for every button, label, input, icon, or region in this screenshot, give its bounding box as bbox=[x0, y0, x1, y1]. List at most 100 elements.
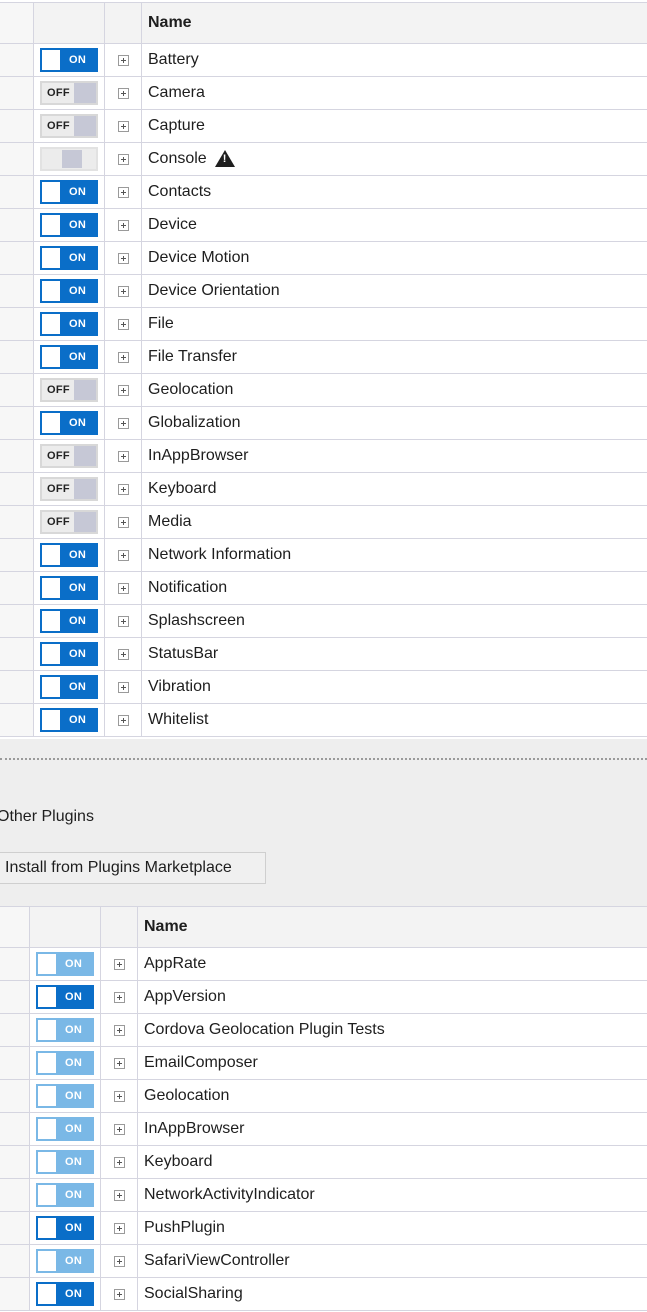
expand-plus-icon[interactable] bbox=[113, 1123, 125, 1135]
row-selector[interactable] bbox=[0, 473, 34, 505]
row-selector[interactable] bbox=[0, 1080, 30, 1112]
row-selector[interactable] bbox=[0, 440, 34, 472]
expand-plus-icon[interactable] bbox=[117, 450, 129, 462]
table-row[interactable]: ON SafariViewController bbox=[0, 1245, 647, 1278]
table-row[interactable]: ON Globalization bbox=[0, 407, 647, 440]
expand-plus-icon[interactable] bbox=[117, 54, 129, 66]
plugin-toggle[interactable]: ON bbox=[40, 411, 98, 435]
table-row[interactable]: ON Notification bbox=[0, 572, 647, 605]
table-row[interactable]: ON SocialSharing bbox=[0, 1278, 647, 1311]
table-row[interactable]: Console bbox=[0, 143, 647, 176]
expand-plus-icon[interactable] bbox=[117, 648, 129, 660]
row-selector[interactable] bbox=[0, 374, 34, 406]
expand-plus-icon[interactable] bbox=[113, 991, 125, 1003]
plugin-toggle[interactable]: OFF bbox=[40, 477, 98, 501]
expand-plus-icon[interactable] bbox=[117, 120, 129, 132]
plugin-toggle[interactable]: OFF bbox=[40, 444, 98, 468]
row-selector[interactable] bbox=[0, 572, 34, 604]
expand-plus-icon[interactable] bbox=[117, 714, 129, 726]
table-row[interactable]: ON Battery bbox=[0, 44, 647, 77]
plugin-toggle[interactable]: ON bbox=[36, 1216, 94, 1240]
column-header-name[interactable]: Name bbox=[142, 3, 647, 43]
table-row[interactable]: OFF Camera bbox=[0, 77, 647, 110]
row-selector[interactable] bbox=[0, 110, 34, 142]
plugin-toggle[interactable]: ON bbox=[36, 1249, 94, 1273]
column-header-name[interactable]: Name bbox=[138, 907, 647, 947]
table-row[interactable]: ON Whitelist bbox=[0, 704, 647, 737]
row-selector[interactable] bbox=[0, 275, 34, 307]
expand-plus-icon[interactable] bbox=[117, 417, 129, 429]
table-row[interactable]: ON AppRate bbox=[0, 948, 647, 981]
row-selector[interactable] bbox=[0, 407, 34, 439]
row-selector[interactable] bbox=[0, 44, 34, 76]
table-row[interactable]: ON Device Orientation bbox=[0, 275, 647, 308]
table-row[interactable]: ON Device bbox=[0, 209, 647, 242]
table-row[interactable]: ON AppVersion bbox=[0, 981, 647, 1014]
table-row[interactable]: ON StatusBar bbox=[0, 638, 647, 671]
plugin-toggle[interactable]: ON bbox=[40, 609, 98, 633]
table-row[interactable]: ON Cordova Geolocation Plugin Tests bbox=[0, 1014, 647, 1047]
expand-plus-icon[interactable] bbox=[117, 351, 129, 363]
row-selector[interactable] bbox=[0, 981, 30, 1013]
expand-plus-icon[interactable] bbox=[117, 153, 129, 165]
plugin-toggle[interactable]: ON bbox=[40, 48, 98, 72]
expand-plus-icon[interactable] bbox=[117, 483, 129, 495]
plugin-toggle[interactable]: ON bbox=[40, 543, 98, 567]
expand-plus-icon[interactable] bbox=[117, 186, 129, 198]
expand-plus-icon[interactable] bbox=[117, 516, 129, 528]
install-from-marketplace-button[interactable]: Install from Plugins Marketplace bbox=[0, 852, 266, 884]
expand-plus-icon[interactable] bbox=[117, 681, 129, 693]
plugin-toggle[interactable]: ON bbox=[40, 213, 98, 237]
table-row[interactable]: ON Vibration bbox=[0, 671, 647, 704]
expand-plus-icon[interactable] bbox=[117, 285, 129, 297]
table-row[interactable]: ON Keyboard bbox=[0, 1146, 647, 1179]
row-selector[interactable] bbox=[0, 638, 34, 670]
plugin-toggle[interactable]: ON bbox=[36, 1018, 94, 1042]
plugin-toggle[interactable]: ON bbox=[36, 1282, 94, 1306]
expand-plus-icon[interactable] bbox=[113, 1255, 125, 1267]
row-selector[interactable] bbox=[0, 1113, 30, 1145]
table-row[interactable]: OFF InAppBrowser bbox=[0, 440, 647, 473]
row-selector[interactable] bbox=[0, 506, 34, 538]
expand-plus-icon[interactable] bbox=[113, 1090, 125, 1102]
expand-plus-icon[interactable] bbox=[113, 958, 125, 970]
row-selector[interactable] bbox=[0, 1047, 30, 1079]
row-selector[interactable] bbox=[0, 209, 34, 241]
table-row[interactable]: OFF Media bbox=[0, 506, 647, 539]
expand-plus-icon[interactable] bbox=[117, 219, 129, 231]
row-selector[interactable] bbox=[0, 1278, 30, 1310]
row-selector[interactable] bbox=[0, 341, 34, 373]
expand-plus-icon[interactable] bbox=[113, 1024, 125, 1036]
row-selector[interactable] bbox=[0, 948, 30, 980]
plugin-toggle[interactable]: ON bbox=[36, 1117, 94, 1141]
plugin-toggle[interactable]: ON bbox=[36, 952, 94, 976]
plugin-toggle[interactable]: ON bbox=[36, 985, 94, 1009]
table-row[interactable]: ON Contacts bbox=[0, 176, 647, 209]
expand-plus-icon[interactable] bbox=[113, 1156, 125, 1168]
row-selector[interactable] bbox=[0, 242, 34, 274]
table-row[interactable]: OFF Keyboard bbox=[0, 473, 647, 506]
plugin-toggle[interactable]: ON bbox=[36, 1183, 94, 1207]
table-row[interactable]: ON Network Information bbox=[0, 539, 647, 572]
plugin-toggle[interactable]: ON bbox=[36, 1150, 94, 1174]
table-row[interactable]: ON PushPlugin bbox=[0, 1212, 647, 1245]
expand-plus-icon[interactable] bbox=[117, 318, 129, 330]
row-selector[interactable] bbox=[0, 77, 34, 109]
expand-plus-icon[interactable] bbox=[117, 615, 129, 627]
row-selector[interactable] bbox=[0, 143, 34, 175]
expand-plus-icon[interactable] bbox=[117, 549, 129, 561]
plugin-toggle[interactable]: ON bbox=[40, 576, 98, 600]
expand-plus-icon[interactable] bbox=[117, 87, 129, 99]
plugin-toggle[interactable]: OFF bbox=[40, 378, 98, 402]
table-row[interactable]: OFF Geolocation bbox=[0, 374, 647, 407]
row-selector[interactable] bbox=[0, 704, 34, 736]
plugin-toggle[interactable]: ON bbox=[40, 279, 98, 303]
row-selector[interactable] bbox=[0, 308, 34, 340]
table-row[interactable]: ON Splashscreen bbox=[0, 605, 647, 638]
row-selector[interactable] bbox=[0, 1014, 30, 1046]
expand-plus-icon[interactable] bbox=[117, 582, 129, 594]
table-row[interactable]: ON Device Motion bbox=[0, 242, 647, 275]
plugin-toggle[interactable]: ON bbox=[36, 1084, 94, 1108]
row-selector[interactable] bbox=[0, 1146, 30, 1178]
expand-plus-icon[interactable] bbox=[113, 1222, 125, 1234]
